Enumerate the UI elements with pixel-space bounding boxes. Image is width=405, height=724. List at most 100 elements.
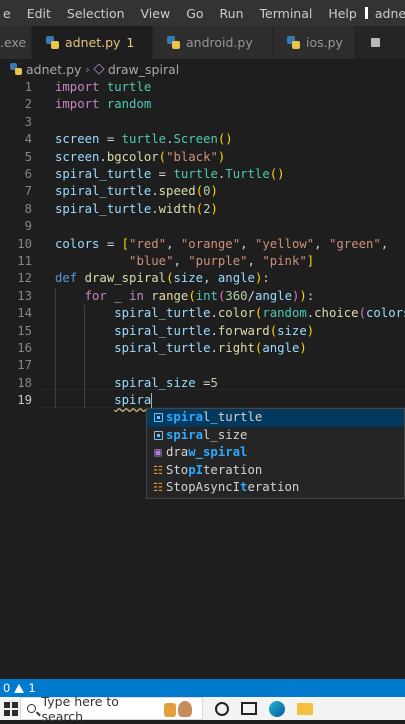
- menu-file[interactable]: e: [0, 6, 19, 21]
- code-line[interactable]: 15 spiral_turtle.forward(size): [0, 323, 405, 340]
- breadcrumb-file[interactable]: adnet.py: [26, 62, 81, 77]
- code-line[interactable]: 19 spira: [0, 392, 405, 409]
- menu-go[interactable]: Go: [178, 6, 211, 21]
- code-line[interactable]: 11 "blue", "purple", "pink"]: [0, 253, 405, 270]
- menu-selection[interactable]: Selection: [59, 6, 133, 21]
- code-token: .: [151, 184, 159, 199]
- menu-run[interactable]: Run: [212, 6, 252, 21]
- menu-view[interactable]: View: [133, 6, 179, 21]
- code-token: turtle: [121, 132, 167, 147]
- code-token: draw_spiral: [84, 271, 167, 286]
- code-text: spiral_turtle = turtle.Turtle(): [55, 166, 285, 183]
- python-icon: [46, 36, 59, 49]
- chevron-right-icon: ›: [85, 62, 90, 76]
- class-icon: ☷: [153, 481, 163, 495]
- split-editor-button[interactable]: [355, 26, 395, 59]
- errors-count[interactable]: 0: [3, 681, 10, 695]
- menu-help[interactable]: Help: [320, 6, 365, 21]
- tab-bar: .exe adnet.py 1 android.py ios.py: [0, 26, 405, 59]
- autocomplete-widget[interactable]: spiral_turtle spiral_size ▣ draw_spiral ☷ Sto…: [146, 408, 405, 499]
- code-token: ,: [166, 236, 181, 251]
- python-icon: [10, 63, 22, 75]
- tab-ios-py[interactable]: ios.py: [273, 26, 355, 59]
- code-line[interactable]: 2 import random: [0, 96, 405, 113]
- code-token: ): [299, 288, 307, 303]
- code-editor[interactable]: 1 import turtle 2 import random 3 4 screen = t…: [0, 79, 405, 679]
- suggestion-item[interactable]: spiral_size: [147, 427, 404, 445]
- menu-terminal[interactable]: Terminal: [252, 6, 321, 21]
- tab-exe[interactable]: .exe: [0, 26, 32, 59]
- search-icon: [27, 704, 36, 713]
- code-token: size: [173, 271, 204, 286]
- code-line[interactable]: 12 def draw_spiral(size, angle):: [0, 270, 405, 287]
- edge-browser-icon[interactable]: [269, 700, 285, 717]
- code-line[interactable]: 10 colors = ["red", "orange", "yellow", "…: [0, 236, 405, 253]
- code-token: "purple": [188, 254, 248, 268]
- suggestion-item[interactable]: ☷ StopAsyncIteration: [147, 479, 404, 497]
- code-token: (: [188, 288, 196, 303]
- code-token: ,: [247, 254, 263, 268]
- menu-bar: e Edit Selection View Go Run Terminal He…: [0, 0, 405, 26]
- menu-edit[interactable]: Edit: [19, 6, 59, 21]
- code-token: (): [217, 132, 233, 147]
- breadcrumb-symbol[interactable]: draw_spiral: [108, 62, 179, 77]
- taskbar-search-box[interactable]: Type here to search: [20, 694, 203, 724]
- code-token: spiral_turtle: [114, 323, 211, 338]
- line-number: 1: [24, 80, 32, 94]
- code-token: spiral_turtle: [55, 167, 152, 181]
- code-line[interactable]: 17: [0, 357, 405, 374]
- code-line[interactable]: 3: [0, 114, 405, 131]
- code-token: screen: [55, 149, 100, 164]
- code-line[interactable]: 6 spiral_turtle = turtle.Turtle(): [0, 166, 405, 183]
- line-number: 16: [17, 341, 32, 355]
- line-number: 10: [17, 236, 32, 251]
- cortana-icon[interactable]: [215, 701, 229, 716]
- line-number: 7: [24, 184, 32, 199]
- file-explorer-icon[interactable]: [297, 702, 313, 715]
- warnings-count[interactable]: 1: [28, 681, 35, 695]
- code-line[interactable]: 16 spiral_turtle.right(angle): [0, 340, 405, 357]
- suggestion-item[interactable]: spiral_turtle: [147, 409, 404, 427]
- code-line[interactable]: 7 spiral_turtle.speed(0): [0, 183, 405, 200]
- code-token: in: [129, 288, 144, 303]
- code-line[interactable]: 18 spiral_size =5: [0, 375, 405, 392]
- square-icon: [364, 7, 368, 19]
- code-token: width: [158, 201, 196, 216]
- code-line[interactable]: 13 for _ in range(int(360/angle)):: [0, 288, 405, 305]
- code-token: for: [84, 288, 107, 303]
- suggestion-item[interactable]: ☷ StopIteration: [147, 462, 404, 480]
- code-token: .: [99, 149, 107, 164]
- tab-label: .exe: [0, 35, 27, 50]
- line-number: 2: [24, 97, 32, 112]
- tab-adnet-py[interactable]: adnet.py 1: [32, 26, 153, 59]
- line-number: 12: [17, 271, 32, 286]
- code-line[interactable]: 9: [0, 218, 405, 235]
- code-token: ,: [173, 254, 189, 268]
- code-line[interactable]: 8 spiral_turtle.width(2): [0, 201, 405, 218]
- code-token: angle: [217, 271, 255, 286]
- code-text: spiral_turtle.right(angle): [55, 340, 307, 357]
- line-number: 8: [24, 201, 32, 216]
- code-token: colors: [55, 236, 100, 251]
- class-icon: ☷: [153, 463, 163, 477]
- tab-label: android.py: [186, 35, 253, 50]
- code-token: .: [210, 323, 218, 338]
- code-line[interactable]: 4 screen = turtle.Screen(): [0, 131, 405, 148]
- tab-android-py[interactable]: android.py: [153, 26, 273, 59]
- code-line[interactable]: 1 import turtle: [0, 79, 405, 96]
- code-text: screen.bgcolor("black"): [55, 149, 225, 166]
- code-token: 5: [210, 375, 218, 390]
- code-token: ]: [306, 254, 315, 268]
- code-line[interactable]: 14 spiral_turtle.color(random.choice(col…: [0, 305, 405, 322]
- breadcrumb: adnet.py › draw_spiral: [0, 59, 405, 79]
- code-line[interactable]: 5 screen.bgcolor("black"): [0, 149, 405, 166]
- window-title-text: adnet.py - Vi: [374, 5, 405, 21]
- task-view-icon[interactable]: [241, 702, 257, 715]
- windows-start-icon[interactable]: [4, 701, 18, 716]
- line-number: 18: [17, 375, 32, 390]
- suggestion-item[interactable]: ▣ draw_spiral: [147, 444, 404, 462]
- code-token: import: [55, 97, 100, 112]
